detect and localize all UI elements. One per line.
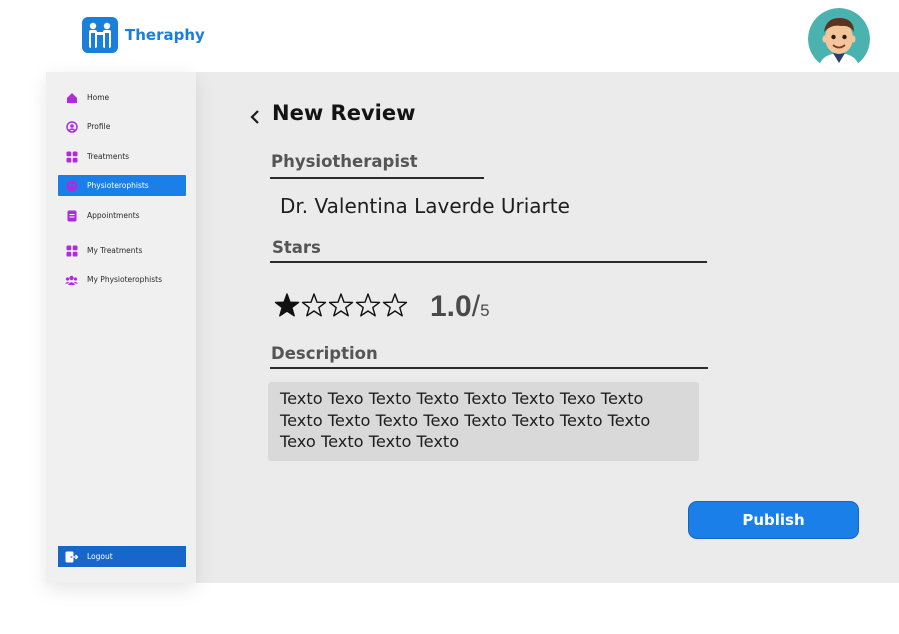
star-filled-icon[interactable] [274, 292, 300, 318]
theraphy-logo-icon [82, 17, 118, 53]
star-empty-icon[interactable] [328, 292, 354, 318]
user-avatar[interactable] [808, 8, 870, 70]
sidebar-item-home[interactable]: Home [58, 87, 186, 108]
sidebar-item-label: Home [87, 93, 110, 102]
sidebar-item-my-physioterophists[interactable]: My Physioterophists [58, 269, 186, 290]
home-icon [65, 91, 78, 104]
avatar-icon [808, 8, 870, 70]
physiotherapist-name: Dr. Valentina Laverde Uriarte [280, 194, 570, 218]
star-empty-icon[interactable] [382, 292, 408, 318]
sidebar: Home Profile Treatments Physioterophists… [46, 72, 196, 583]
people-icon [65, 179, 78, 192]
stars-divider [270, 261, 707, 263]
chevron-left-icon [250, 110, 259, 124]
star-empty-icon[interactable] [301, 292, 327, 318]
rating-readout: 1.0/5 [430, 290, 490, 324]
profile-icon [65, 120, 78, 133]
logout-button[interactable]: Logout [58, 546, 186, 567]
rating-value: 1.0 [430, 290, 472, 323]
page-title: New Review [272, 101, 416, 125]
star-rating[interactable] [274, 292, 408, 318]
sidebar-item-label: Treatments [87, 152, 130, 161]
sidebar-item-label: My Physioterophists [87, 275, 163, 284]
logout-label: Logout [87, 552, 113, 561]
sidebar-item-label: My Treatments [87, 246, 143, 255]
brand[interactable]: Theraphy [81, 16, 205, 54]
sidebar-item-appointments[interactable]: Appointments [58, 205, 186, 226]
logout-icon [65, 550, 78, 563]
brand-name: Theraphy [125, 26, 205, 44]
publish-button[interactable]: Publish [688, 501, 859, 539]
sidebar-item-treatments[interactable]: Treatments [58, 146, 186, 167]
physiotherapist-divider [270, 177, 484, 179]
physiotherapist-label: Physiotherapist [271, 152, 418, 171]
sidebar-item-profile[interactable]: Profile [58, 116, 186, 137]
sidebar-item-label: Physioterophists [87, 181, 149, 190]
star-empty-icon[interactable] [355, 292, 381, 318]
grid-icon [65, 150, 78, 163]
sidebar-item-label: Appointments [87, 211, 140, 220]
sidebar-item-my-treatments[interactable]: My Treatments [58, 240, 186, 261]
stars-label: Stars [272, 238, 321, 257]
sidebar-item-label: Profile [87, 122, 111, 131]
rating-max: 5 [480, 301, 490, 320]
document-icon [65, 209, 78, 222]
description-label: Description [271, 344, 378, 363]
description-divider [270, 367, 708, 369]
back-button[interactable] [247, 106, 263, 128]
grid-icon [65, 244, 78, 257]
rating-slash: / [471, 290, 481, 323]
group-icon [65, 273, 78, 286]
description-textarea[interactable]: Texto Texo Texto Texto Texto Texto Texo … [268, 382, 699, 461]
sidebar-item-physioterophists[interactable]: Physioterophists [58, 175, 186, 196]
